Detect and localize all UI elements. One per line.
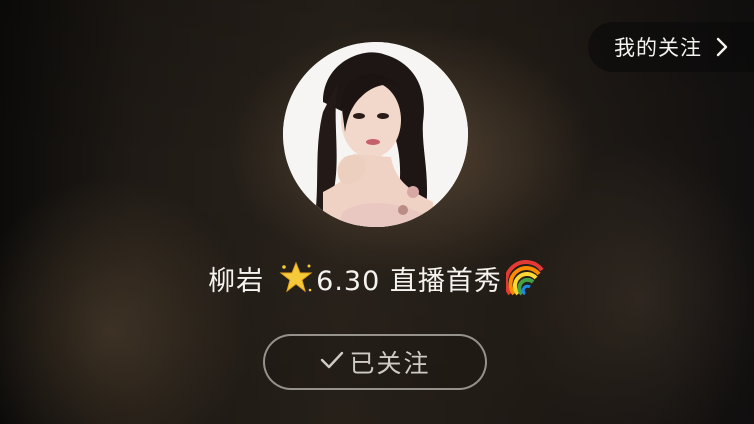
avatar[interactable] [283, 42, 468, 227]
followed-button[interactable]: 已关注 [263, 334, 487, 390]
profile-headline: 6.30 直播首秀 [316, 265, 502, 297]
rainbow-icon [505, 260, 546, 296]
profile-title: 柳岩 6.30 直播首秀 [0, 256, 754, 300]
checkmark-icon [319, 348, 345, 377]
my-follow-button[interactable]: 我的关注 [588, 22, 754, 72]
glowing-star-icon [278, 261, 314, 295]
profile-name: 柳岩 [208, 265, 265, 297]
followed-label: 已关注 [349, 349, 431, 378]
live-profile-screen: 我的关注 柳岩 6.30 直播首秀 已关注 [0, 0, 754, 424]
chevron-right-icon [716, 37, 730, 57]
my-follow-label: 我的关注 [614, 36, 702, 60]
